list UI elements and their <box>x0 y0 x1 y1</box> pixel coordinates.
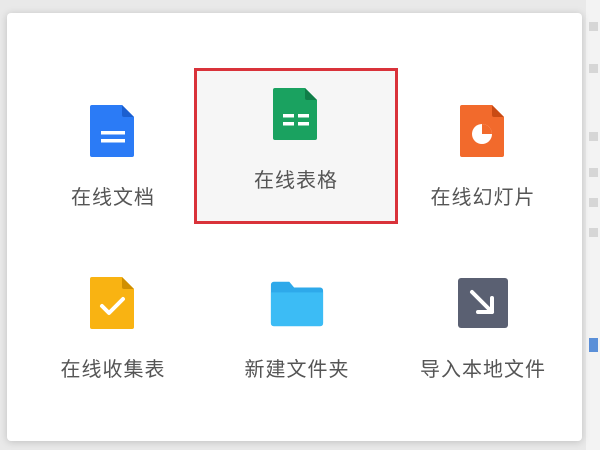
menu-item-label: 在线幻灯片 <box>430 185 536 209</box>
document-icon <box>85 103 141 159</box>
menu-item-online-sheet[interactable]: 在线表格 <box>194 68 398 224</box>
new-file-menu: 在线文档 在线表格 在线幻灯片 在线收集表 新建文件夹 导入本地文件 <box>7 13 582 441</box>
form-icon <box>85 275 141 331</box>
menu-item-label: 在线文档 <box>71 185 155 209</box>
menu-item-online-form[interactable]: 在线收集表 <box>15 245 211 395</box>
folder-icon <box>269 275 325 331</box>
menu-item-label: 新建文件夹 <box>244 357 350 381</box>
menu-item-online-doc[interactable]: 在线文档 <box>15 73 211 223</box>
menu-item-online-slides[interactable]: 在线幻灯片 <box>385 73 581 223</box>
menu-item-label: 导入本地文件 <box>420 357 546 381</box>
spreadsheet-icon <box>268 86 324 142</box>
menu-item-import-local-file[interactable]: 导入本地文件 <box>385 245 581 395</box>
background-page-edge <box>586 0 600 450</box>
menu-item-label: 在线表格 <box>254 168 338 192</box>
menu-item-new-folder[interactable]: 新建文件夹 <box>199 245 395 395</box>
slides-icon <box>455 103 511 159</box>
import-icon <box>455 275 511 331</box>
menu-item-label: 在线收集表 <box>60 357 166 381</box>
